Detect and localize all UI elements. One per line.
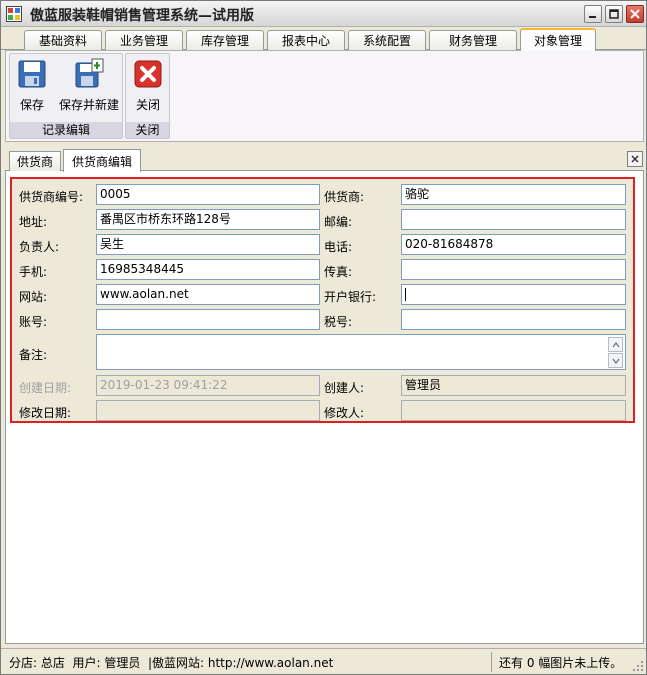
tab-supplier-list[interactable]: 供货商 [9, 151, 61, 171]
label-contact: 负责人: [19, 240, 60, 254]
tab-label: 供货商编辑 [71, 154, 132, 169]
label-bank: 开户银行: [324, 290, 377, 304]
status-info: 分店: 总店 用户: 管理员 |傲蓝网站: http://www.aolan.n… [9, 656, 334, 670]
close-red-icon [134, 60, 162, 88]
label-modified-date: 修改日期: [19, 406, 72, 420]
main-menu-tabs: 基础资料 业务管理 库存管理 报表中心 系统配置 财务管理 对象管理 [1, 27, 646, 51]
chevron-up-icon [611, 341, 620, 347]
app-icon [6, 6, 22, 22]
label-phone: 电话: [324, 240, 353, 254]
close-icon [631, 155, 639, 163]
remark-field[interactable] [96, 334, 626, 370]
label-supplier: 供货商: [324, 190, 365, 204]
bank-field[interactable] [401, 284, 626, 305]
tab-label: 业务管理 [119, 34, 168, 48]
label-account: 账号: [19, 315, 48, 329]
ribbon-group-label: 记录编辑 [10, 122, 122, 138]
ribbon-group-close: 关闭 关闭 [125, 53, 170, 139]
save-and-new-button[interactable]: 保存并新建 [56, 58, 122, 113]
status-separator [491, 652, 492, 672]
close-icon [630, 9, 640, 19]
close-window-button[interactable] [626, 5, 644, 23]
supplier-no-field[interactable]: 0005 [96, 184, 320, 205]
label-website: 网站: [19, 290, 48, 304]
close-label: 关闭 [135, 98, 160, 112]
postcode-field[interactable] [401, 209, 626, 230]
tab-business[interactable]: 业务管理 [105, 30, 183, 50]
scroll-up-button[interactable] [608, 337, 623, 352]
tab-label: 基础资料 [38, 34, 87, 48]
maximize-icon [609, 9, 619, 19]
label-supplier-no: 供货商编号: [19, 190, 84, 204]
tab-supplier-edit[interactable]: 供货商编辑 [63, 149, 141, 172]
tab-label: 报表中心 [281, 34, 330, 48]
supplier-field[interactable]: 骆驼 [401, 184, 626, 205]
label-postcode: 邮编: [324, 215, 353, 229]
label-remark: 备注: [19, 348, 48, 362]
label-creator: 创建人: [324, 381, 365, 395]
label-mobile: 手机: [19, 265, 48, 279]
label-modifier: 修改人: [324, 406, 365, 420]
tab-label: 系统配置 [362, 34, 411, 48]
tab-reports[interactable]: 报表中心 [267, 30, 345, 50]
title-bar: 傲蓝服装鞋帽销售管理系统—试用版 [1, 1, 646, 27]
mobile-field[interactable]: 16985348445 [96, 259, 320, 280]
document-tabs: 供货商 供货商编辑 [5, 149, 644, 172]
contact-field[interactable]: 吴生 [96, 234, 320, 255]
save-label: 保存 [19, 98, 44, 112]
tab-object-management[interactable]: 对象管理 [520, 28, 596, 51]
ribbon-group-label: 关闭 [126, 122, 169, 138]
chevron-down-icon [611, 358, 620, 364]
tab-label: 库存管理 [200, 34, 249, 48]
minimize-button[interactable] [584, 5, 602, 23]
tax-no-field[interactable] [401, 309, 626, 330]
tab-finance[interactable]: 财务管理 [429, 30, 517, 50]
scroll-down-button[interactable] [608, 353, 623, 368]
website-field[interactable]: www.aolan.net [96, 284, 320, 305]
ribbon-group-record-edit: 保存 保存并新建 记录编辑 [9, 53, 123, 139]
text-caret [405, 288, 406, 301]
label-created-date: 创建日期: [19, 381, 72, 395]
creator-field: 管理员 [401, 375, 626, 396]
ribbon-toolbar: 保存 保存并新建 记录编辑 关闭 关闭 [5, 50, 644, 142]
tab-label: 对象管理 [533, 34, 582, 48]
minimize-icon [589, 16, 596, 18]
tab-inventory[interactable]: 库存管理 [186, 30, 264, 50]
label-tax-no: 税号: [324, 315, 353, 329]
close-tab-button[interactable] [627, 151, 643, 167]
modified-date-field [96, 400, 320, 421]
label-fax: 传真: [324, 265, 353, 279]
tab-system-config[interactable]: 系统配置 [348, 30, 426, 50]
account-field[interactable] [96, 309, 320, 330]
tab-basic-data[interactable]: 基础资料 [24, 30, 102, 50]
app-window: 傲蓝服装鞋帽销售管理系统—试用版 基础资料 业务管理 库存管理 报表中心 系统配… [0, 0, 647, 675]
save-icon [18, 60, 46, 88]
label-address: 地址: [19, 215, 48, 229]
status-bar: 分店: 总店 用户: 管理员 |傲蓝网站: http://www.aolan.n… [1, 648, 646, 674]
tab-label: 财务管理 [448, 34, 497, 48]
save-new-icon [75, 58, 104, 88]
window-title: 傲蓝服装鞋帽销售管理系统—试用版 [30, 8, 254, 24]
close-form-button[interactable]: 关闭 [130, 58, 166, 113]
modifier-field [401, 400, 626, 421]
address-field[interactable]: 番禺区市桥东环路128号 [96, 209, 320, 230]
tab-label: 供货商 [16, 155, 53, 169]
save-and-new-label: 保存并新建 [58, 98, 119, 112]
fax-field[interactable] [401, 259, 626, 280]
save-button[interactable]: 保存 [14, 58, 50, 113]
resize-grip-icon[interactable] [632, 660, 644, 672]
status-upload: 还有 0 幅图片未上传。 [499, 656, 623, 670]
phone-field[interactable]: 020-81684878 [401, 234, 626, 255]
maximize-button[interactable] [605, 5, 623, 23]
created-date-field: 2019-01-23 09:41:22 [96, 375, 320, 396]
